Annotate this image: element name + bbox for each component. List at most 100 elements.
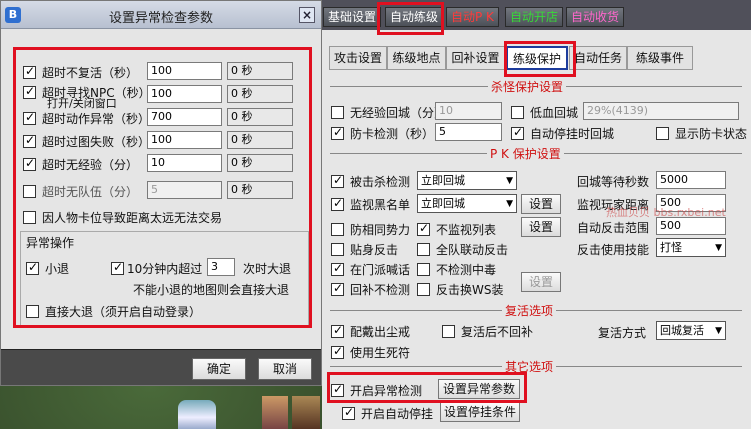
action-error-checkbox[interactable]	[23, 110, 36, 125]
no-poison-checkbox[interactable]	[417, 262, 430, 276]
anti-stuck-input[interactable]: 5	[435, 123, 502, 141]
guard-same-checkbox[interactable]	[331, 222, 344, 236]
killed-action-select[interactable]: 立即回城 ▼	[417, 171, 517, 190]
blacklist-set-button[interactable]: 设置	[521, 194, 561, 214]
no-monitor-checkbox[interactable]	[417, 221, 430, 236]
no-poison-label: 不检测中毒	[436, 262, 497, 277]
no-revive-label: 超时不复活（秒）	[42, 65, 139, 80]
row-no-team: 超时无队伍（分）	[23, 181, 138, 201]
exceed-checkbox[interactable]	[111, 260, 124, 275]
tab-auto-shop[interactable]: 自动开店	[505, 7, 564, 27]
row-guard-same: 防相同势力	[331, 220, 410, 238]
exceed-note: 不能小退的地图则会直接大退	[133, 283, 290, 297]
anti-stuck-checkbox[interactable]	[331, 125, 344, 140]
no-exp-back-checkbox[interactable]	[331, 105, 344, 119]
abnormal-action-title: 异常操作	[26, 234, 75, 251]
no-exp-back-input[interactable]: 10	[435, 102, 502, 120]
monitor-action-value: 立即回城	[421, 197, 465, 210]
find-npc-checkbox[interactable]	[23, 84, 36, 99]
auto-stop-back-label: 自动停挂时回城	[530, 126, 615, 141]
tab-auto-pk[interactable]: 自动P K	[446, 7, 499, 27]
no-monitor-set-button[interactable]: 设置	[521, 217, 561, 237]
enable-auto-stop-checkbox[interactable]	[342, 405, 355, 420]
close-counter-label: 贴身反击	[350, 242, 399, 257]
set-stop-cond-button[interactable]: 设置停挂条件	[440, 402, 520, 422]
tab-auto-buy[interactable]: 自动收货	[566, 7, 625, 27]
no-supply-label: 复活后不回补	[461, 324, 534, 339]
close-icon[interactable]: ×	[299, 7, 315, 23]
enable-check-checkbox[interactable]	[331, 382, 344, 397]
big-exit-label: 直接大退（须开启自动登录）	[45, 304, 202, 319]
enable-check-label: 开启异常检测	[350, 383, 423, 398]
set-check-params-button[interactable]: 设置异常参数	[438, 379, 520, 399]
row-auto-stop-back: 自动停挂时回城	[511, 124, 614, 142]
tab-basic-settings[interactable]: 基础设置	[323, 7, 382, 27]
no-exp-back-label: 无经验回城（分）	[350, 105, 447, 120]
no-revive-checkbox[interactable]	[23, 64, 36, 79]
show-stuck-checkbox[interactable]	[656, 126, 669, 140]
monitor-black-checkbox[interactable]	[331, 196, 344, 211]
low-hp-input[interactable]: 29%(4139)	[583, 102, 739, 120]
no-team-checkbox[interactable]	[23, 184, 36, 198]
stuck-trade-checkbox[interactable]	[23, 210, 36, 224]
killed-check-checkbox[interactable]	[331, 173, 344, 188]
exceed-label: 10分钟内超过	[127, 261, 203, 276]
map-fail-label: 超时过图失败（秒）	[42, 134, 151, 149]
no-supply-checkbox[interactable]	[442, 324, 455, 338]
back-no-check-checkbox[interactable]	[331, 281, 344, 296]
subtab-supply[interactable]: 回补设置	[446, 46, 505, 70]
subtab-level-protect[interactable]: 练级保护	[506, 46, 568, 70]
counter-ws-label: 反击换WS装	[436, 282, 504, 297]
enable-auto-stop-label: 开启自动停挂	[361, 406, 434, 421]
subtab-auto-task[interactable]: 自动任务	[569, 46, 627, 70]
monitor-action-select[interactable]: 立即回城 ▼	[417, 194, 517, 213]
chevron-down-icon: ▼	[506, 199, 513, 209]
dialog-titlebar: B 设置异常检查参数 ×	[1, 1, 321, 29]
action-error-input[interactable]: 700	[147, 108, 222, 126]
counter-ws-set-button[interactable]: 设置	[521, 272, 561, 292]
use-charm-checkbox[interactable]	[331, 344, 344, 359]
small-exit-checkbox[interactable]	[26, 260, 39, 275]
exceed-count-input[interactable]: 3	[207, 258, 235, 276]
cancel-button[interactable]: 取消	[258, 358, 312, 380]
equip-ring-label: 配戴出尘戒	[350, 324, 411, 339]
chevron-down-icon: ▼	[715, 243, 722, 253]
map-fail-checkbox[interactable]	[23, 133, 36, 148]
row-monitor-black: 监视黑名单	[331, 195, 410, 213]
counter-ws-checkbox[interactable]	[417, 282, 430, 296]
no-revive-input[interactable]: 100	[147, 62, 222, 80]
wait-back-input[interactable]: 5000	[656, 171, 726, 189]
watermark: 热血贝贝 bbs.rxbei.net	[606, 206, 726, 219]
subtab-attack[interactable]: 攻击设置	[329, 46, 387, 70]
abnormal-check-dialog: B 设置异常检查参数 × 超时不复活（秒） 100 0 秒 超时寻找NPC（秒）…	[0, 0, 322, 386]
row-exceed: 10分钟内超过	[111, 258, 202, 278]
no-exp-seconds: 0 秒	[227, 154, 293, 172]
row-back-no-check: 回补不检测	[331, 280, 410, 298]
counter-skill-select[interactable]: 打怪 ▼	[656, 238, 726, 257]
close-counter-checkbox[interactable]	[331, 242, 344, 256]
auto-stop-back-checkbox[interactable]	[511, 125, 524, 140]
row-big-exit: 直接大退（须开启自动登录）	[26, 301, 201, 321]
other-section-title: 其它选项	[502, 358, 557, 375]
subtab-level-event[interactable]: 练级事件	[627, 46, 693, 70]
row-show-stuck: 显示防卡状态	[656, 124, 747, 142]
ok-button[interactable]: 确定	[192, 358, 246, 380]
subtab-level-location[interactable]: 练级地点	[387, 46, 446, 70]
find-npc-input[interactable]: 100	[147, 85, 222, 103]
small-exit-label: 小退	[45, 261, 70, 276]
show-stuck-label: 显示防卡状态	[675, 126, 748, 141]
no-exp-input[interactable]: 10	[147, 154, 222, 172]
all-team-checkbox[interactable]	[417, 242, 430, 256]
action-error-seconds: 0 秒	[227, 108, 293, 126]
tab-auto-level[interactable]: 自动练级	[385, 7, 444, 27]
no-team-input[interactable]: 5	[147, 181, 222, 199]
no-team-label: 超时无队伍（分）	[42, 184, 139, 199]
map-fail-input[interactable]: 100	[147, 131, 222, 149]
big-exit-checkbox[interactable]	[26, 304, 39, 318]
equip-ring-checkbox[interactable]	[331, 323, 344, 338]
faction-shout-checkbox[interactable]	[331, 261, 344, 276]
low-hp-checkbox[interactable]	[511, 105, 524, 119]
revive-method-select[interactable]: 回城复活 ▼	[656, 321, 726, 340]
revive-method-label: 复活方式	[598, 326, 647, 340]
no-exp-checkbox[interactable]	[23, 156, 36, 171]
